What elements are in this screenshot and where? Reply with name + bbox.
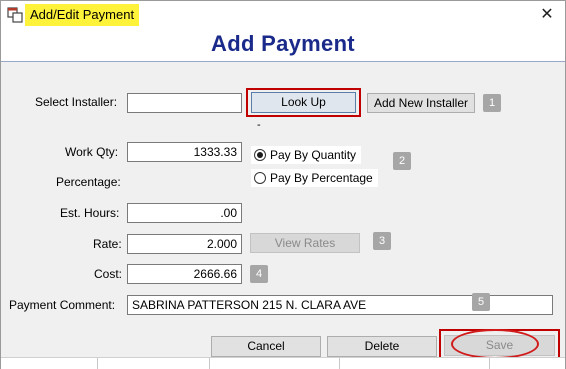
- installer-input[interactable]: [127, 93, 242, 113]
- cancel-button[interactable]: Cancel: [211, 336, 321, 357]
- pay-by-percentage-radio[interactable]: Pay By Percentage: [251, 169, 378, 187]
- window-title: Add/Edit Payment: [25, 4, 140, 26]
- select-installer-label: Select Installer:: [35, 95, 118, 109]
- callout-badge-2: 2: [393, 152, 411, 170]
- lookup-button[interactable]: Look Up: [251, 92, 356, 113]
- percentage-label: Percentage:: [56, 175, 121, 189]
- grid-tick: [489, 358, 490, 369]
- add-edit-payment-window: Add/Edit Payment ✕ Add Payment Select In…: [0, 0, 566, 369]
- delete-button[interactable]: Delete: [327, 336, 437, 357]
- installer-name-placeholder: -: [257, 119, 261, 131]
- grid-tick: [209, 358, 210, 369]
- view-rates-button[interactable]: View Rates: [250, 233, 360, 253]
- radio-checked-icon: [254, 149, 266, 161]
- grid-tick: [339, 358, 340, 369]
- callout-badge-4: 4: [250, 265, 268, 283]
- rate-label: Rate:: [93, 237, 122, 251]
- title-bar: Add/Edit Payment ✕: [1, 1, 565, 29]
- window-icon: [7, 7, 23, 23]
- grid-tick: [97, 358, 98, 369]
- cost-label: Cost:: [94, 267, 123, 281]
- pay-by-quantity-label: Pay By Quantity: [270, 148, 357, 162]
- page-title: Add Payment: [211, 31, 355, 56]
- callout-badge-5: 5: [472, 293, 490, 311]
- work-qty-label: Work Qty:: [65, 145, 119, 159]
- cost-input[interactable]: 2666.66: [127, 264, 242, 284]
- est-hours-label: Est. Hours:: [60, 206, 120, 220]
- pay-by-percentage-label: Pay By Percentage: [270, 171, 373, 185]
- payment-comment-label: Payment Comment:: [9, 298, 116, 312]
- pay-by-quantity-radio[interactable]: Pay By Quantity: [251, 146, 362, 164]
- add-new-installer-button[interactable]: Add New Installer: [367, 93, 475, 113]
- save-circle-annotation: [451, 329, 539, 359]
- rate-input[interactable]: 2.000: [127, 234, 242, 254]
- callout-badge-3: 3: [373, 232, 391, 250]
- work-qty-input[interactable]: 1333.33: [127, 142, 242, 162]
- header-divider: [1, 61, 565, 62]
- close-icon[interactable]: ✕: [537, 5, 557, 25]
- bottom-strip: [1, 357, 565, 369]
- est-hours-input[interactable]: .00: [127, 203, 242, 223]
- callout-badge-1: 1: [483, 94, 501, 112]
- radio-unchecked-icon: [254, 172, 266, 184]
